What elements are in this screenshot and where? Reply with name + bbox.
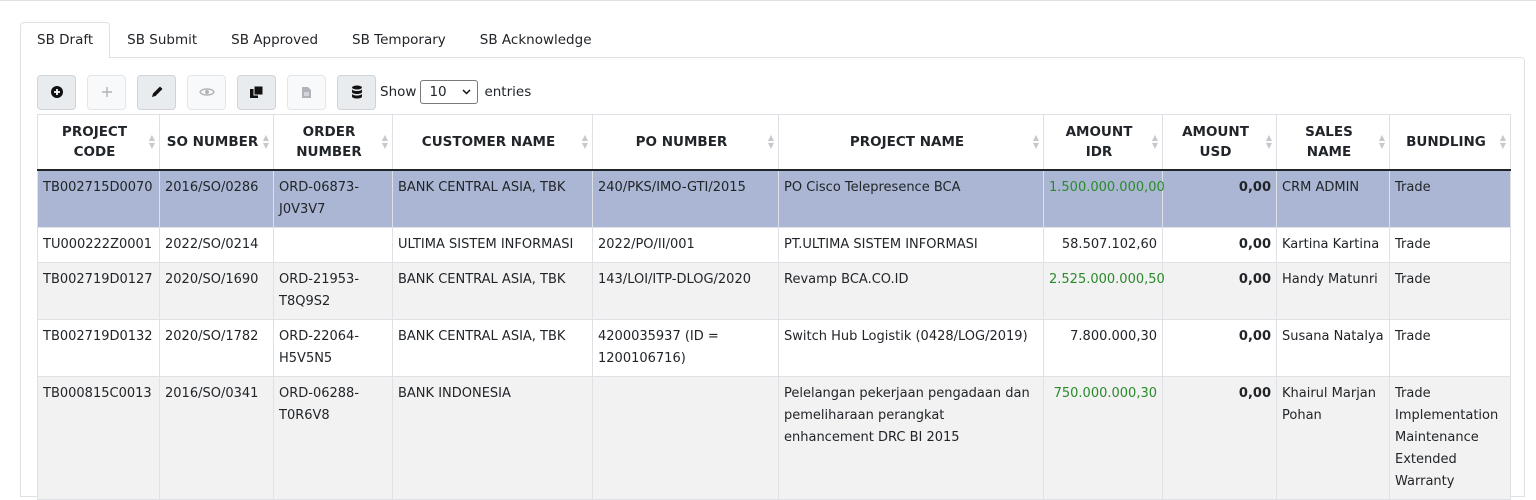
top-border xyxy=(0,0,1536,1)
cell-project-name: Pelelangan pekerjaan pengadaan dan pemel… xyxy=(778,376,1044,500)
plus-circle-icon xyxy=(50,86,63,98)
header-project-name[interactable]: PROJECT NAME ▲ ▼ xyxy=(778,114,1044,171)
cell-amount-idr: 1.500.000.000,00 xyxy=(1043,170,1165,228)
cell-amount-idr: 58.507.102,60 xyxy=(1043,227,1163,263)
header-order-number[interactable]: ORDER NUMBER ▲ ▼ xyxy=(273,114,393,171)
copy-button[interactable] xyxy=(237,74,276,110)
cell-so-number: 2022/SO/0214 xyxy=(159,227,274,263)
cell-project-code: TB002715D0070 xyxy=(37,170,160,228)
entries-label: entries xyxy=(484,84,532,100)
header-so-number[interactable]: SO NUMBER ▲ ▼ xyxy=(159,114,274,171)
table-row[interactable]: TB002719D0132 2020/SO/1782 ORD-22064-H5V… xyxy=(37,319,1511,377)
header-po-number[interactable]: PO NUMBER ▲ ▼ xyxy=(592,114,779,171)
table-row[interactable]: TB000815C0013 2016/SO/0341 ORD-06288-T0R… xyxy=(37,376,1511,500)
header-amount-idr[interactable]: AMOUNT IDR ▲ ▼ xyxy=(1043,114,1163,171)
cell-so-number: 2016/SO/0286 xyxy=(159,170,274,228)
tab-sb-temporary[interactable]: SB Temporary xyxy=(335,22,463,57)
entries-value: 10 xyxy=(429,84,447,100)
cell-so-number: 2016/SO/0341 xyxy=(159,376,274,500)
table-row[interactable]: TU000222Z0001 2022/SO/0214 ULTIMA SISTEM… xyxy=(37,227,1511,263)
cell-order-number: ORD-21953-T8Q9S2 xyxy=(273,262,393,320)
cell-customer-name: BANK CENTRAL ASIA, TBK xyxy=(392,170,593,228)
database-icon xyxy=(351,85,362,99)
chevron-down-icon xyxy=(462,89,471,95)
header-customer-name[interactable]: CUSTOMER NAME ▲ ▼ xyxy=(392,114,593,171)
cell-bundling: Trade xyxy=(1389,262,1511,320)
document-icon xyxy=(302,86,311,98)
pencil-icon xyxy=(151,86,162,97)
cell-bundling: Trade Implementation Maintenance Extende… xyxy=(1389,376,1511,500)
cell-project-name: PO Cisco Telepresence BCA xyxy=(778,170,1044,228)
header-amount-usd[interactable]: AMOUNT USD ▲ ▼ xyxy=(1162,114,1277,171)
plus-icon xyxy=(101,87,112,97)
cell-project-code: TU000222Z0001 xyxy=(37,227,160,263)
cell-amount-usd: 0,00 xyxy=(1162,376,1277,500)
cell-sales-name: Kartina Kartina xyxy=(1276,227,1390,263)
document-button[interactable] xyxy=(287,74,326,110)
cell-bundling: Trade xyxy=(1389,227,1511,263)
cell-amount-usd: 0,00 xyxy=(1162,262,1277,320)
cell-po-number: 2022/PO/II/001 xyxy=(592,227,779,263)
table-header-row: PROJECT CODE ▲ ▼ SO NUMBER ▲ ▼ ORDER NUMBER ▲… xyxy=(37,114,1511,171)
cell-po-number: 4200035937 (ID = 1200106716) xyxy=(592,319,779,377)
toolbar: Show 10 entries xyxy=(37,74,531,110)
cell-project-name: Switch Hub Logistik (0428/LOG/2019) xyxy=(778,319,1044,377)
add-circle-button[interactable] xyxy=(37,74,76,110)
cell-po-number xyxy=(592,376,779,500)
tab-sb-submit[interactable]: SB Submit xyxy=(110,22,214,57)
table-row[interactable]: TB002719D0127 2020/SO/1690 ORD-21953-T8Q… xyxy=(37,262,1511,320)
cell-customer-name: ULTIMA SISTEM INFORMASI xyxy=(392,227,593,263)
eye-icon xyxy=(198,88,215,96)
tab-sb-acknowledge[interactable]: SB Acknowledge xyxy=(463,22,609,57)
copy-icon xyxy=(250,85,264,98)
database-button[interactable] xyxy=(337,74,376,110)
cell-po-number: 143/LOI/ITP-DLOG/2020 xyxy=(592,262,779,320)
show-label: Show xyxy=(380,84,417,100)
entries-select[interactable]: 10 xyxy=(420,80,479,104)
table-row[interactable]: TB002715D0070 2016/SO/0286 ORD-06873-J0V… xyxy=(37,170,1511,228)
cell-sales-name: Susana Natalya xyxy=(1276,319,1390,377)
cell-sales-name: CRM ADMIN xyxy=(1276,170,1390,228)
add-button[interactable] xyxy=(87,74,126,110)
cell-project-code: TB002719D0132 xyxy=(37,319,160,377)
cell-amount-idr: 750.000.000,30 xyxy=(1043,376,1163,500)
cell-so-number: 2020/SO/1690 xyxy=(159,262,274,320)
entries-control: Show 10 entries xyxy=(380,80,531,104)
cell-amount-usd: 0,00 xyxy=(1162,319,1277,377)
cell-project-code: TB002719D0127 xyxy=(37,262,160,320)
cell-po-number: 240/PKS/IMO-GTI/2015 xyxy=(592,170,779,228)
header-sales-name[interactable]: SALES NAME ▲ ▼ xyxy=(1276,114,1390,171)
view-button[interactable] xyxy=(187,74,226,110)
cell-amount-idr: 2.525.000.000,50 xyxy=(1043,262,1165,320)
cell-customer-name: BANK CENTRAL ASIA, TBK xyxy=(392,262,593,320)
cell-bundling: Trade xyxy=(1389,319,1511,377)
cell-customer-name: BANK CENTRAL ASIA, TBK xyxy=(392,319,593,377)
cell-bundling: Trade xyxy=(1389,170,1511,228)
tab-sb-draft[interactable]: SB Draft xyxy=(20,22,111,58)
cell-order-number: ORD-06288-T0R6V8 xyxy=(273,376,393,500)
cell-order-number: ORD-22064-H5V5N5 xyxy=(273,319,393,377)
header-bundling[interactable]: BUNDLING ▲ ▼ xyxy=(1389,114,1511,171)
cell-so-number: 2020/SO/1782 xyxy=(159,319,274,377)
cell-order-number xyxy=(273,227,393,263)
cell-sales-name: Khairul Marjan Pohan xyxy=(1276,376,1390,500)
cell-amount-usd: 0,00 xyxy=(1162,227,1277,263)
cell-amount-usd: 0,00 xyxy=(1162,170,1277,228)
sb-draft-table: PROJECT CODE ▲ ▼ SO NUMBER ▲ ▼ ORDER NUMBER ▲… xyxy=(37,114,1511,500)
header-project-code[interactable]: PROJECT CODE ▲ ▼ xyxy=(37,114,160,171)
cell-order-number: ORD-06873-J0V3V7 xyxy=(273,170,393,228)
cell-project-name: PT.ULTIMA SISTEM INFORMASI xyxy=(778,227,1044,263)
tab-sb-approved[interactable]: SB Approved xyxy=(214,22,335,57)
cell-amount-idr: 7.800.000,30 xyxy=(1043,319,1163,377)
cell-project-code: TB000815C0013 xyxy=(37,376,160,500)
tab-bar: SB Draft SB Submit SB Approved SB Tempor… xyxy=(20,22,609,58)
cell-customer-name: BANK INDONESIA xyxy=(392,376,593,500)
edit-button[interactable] xyxy=(137,74,176,110)
cell-sales-name: Handy Matunri xyxy=(1276,262,1390,320)
cell-project-name: Revamp BCA.CO.ID xyxy=(778,262,1044,320)
